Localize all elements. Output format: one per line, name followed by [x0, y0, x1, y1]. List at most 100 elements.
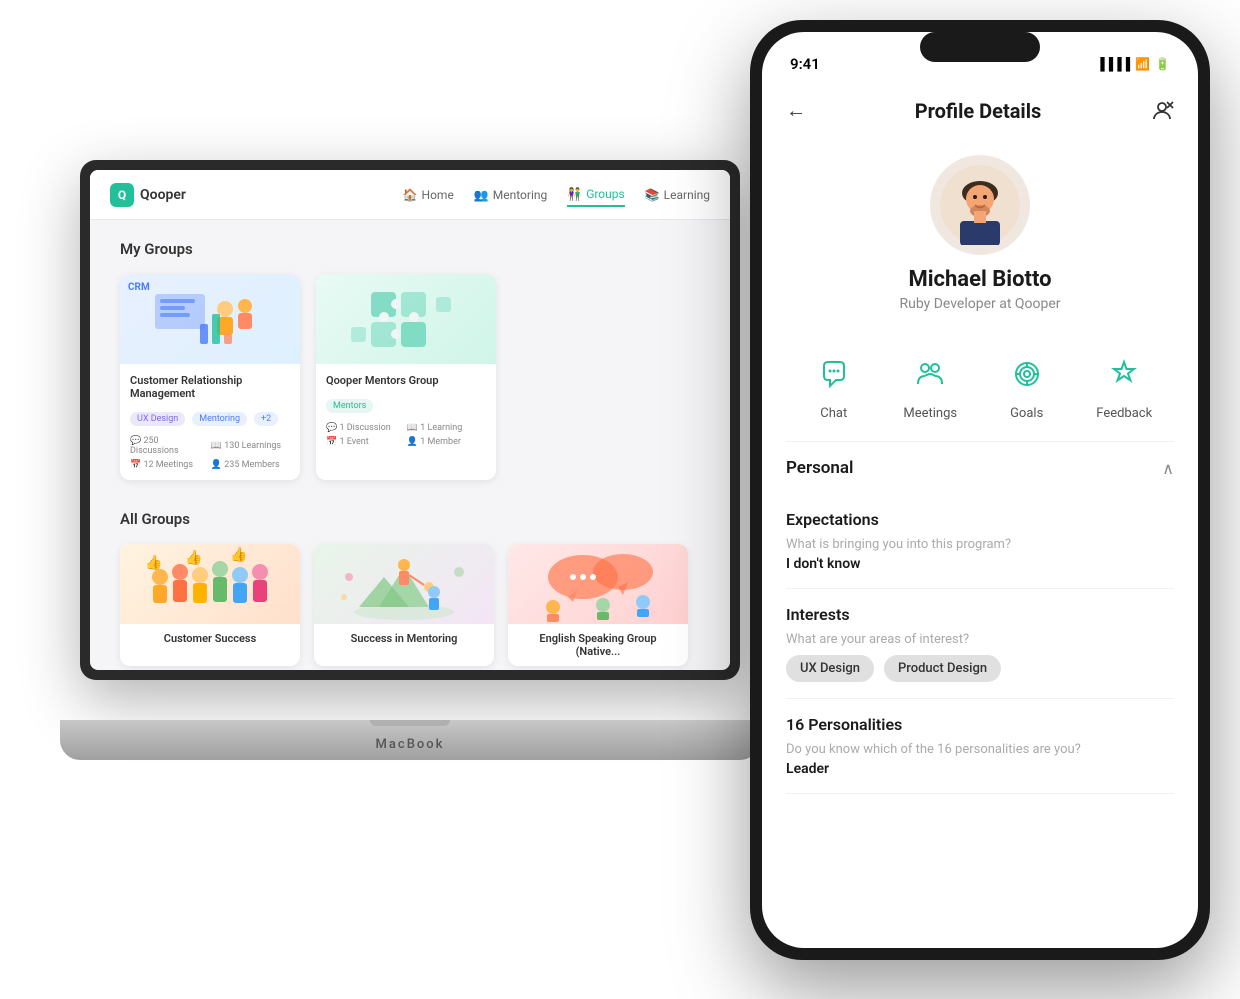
app-content: My Groups CRM: [90, 220, 730, 670]
mentors-card-info: Qooper Mentors Group Mentors 💬 1 Discuss…: [316, 364, 496, 457]
phone-screen: 9:41 ▐▐▐▐ 📶 🔋 ← Profile Details: [762, 32, 1198, 948]
action-chat[interactable]: Chat: [808, 348, 860, 421]
group-card-english[interactable]: English Speaking Group (Native...: [508, 544, 688, 666]
action-feedback[interactable]: Feedback: [1096, 348, 1152, 421]
english-img: [508, 544, 688, 624]
personalities-answer: Leader: [786, 761, 1174, 777]
profile-header: ← Profile Details: [786, 82, 1174, 139]
nav-home[interactable]: 🏠 Home: [403, 184, 454, 206]
interests-tags: UX Design Product Design: [786, 651, 1174, 682]
signal-bars-icon: ▐▐▐▐: [1096, 57, 1130, 71]
crm-tags: UX Design Mentoring +2: [130, 406, 290, 430]
personalities-title: 16 Personalities: [786, 715, 1174, 734]
personal-section: Personal ∧ Expectations What is bringing…: [786, 458, 1174, 794]
interests-question: What are your areas of interest?: [786, 632, 1174, 647]
stat-m-members: 👤 1 Member: [407, 437, 484, 447]
group-card-mentors[interactable]: Qooper Mentors Group Mentors 💬 1 Discuss…: [316, 274, 496, 480]
mentors-card-image: [316, 274, 496, 364]
stat-m-events: 📅 1 Event: [326, 437, 403, 447]
personalities-block: 16 Personalities Do you know which of th…: [786, 699, 1174, 794]
profile-role: Ruby Developer at Qooper: [899, 296, 1060, 312]
laptop-brand-label: MacBook: [376, 737, 445, 752]
mentor-illustration: [316, 274, 496, 364]
wifi-icon: 📶: [1135, 57, 1150, 71]
laptop-screen-outer: Q Qooper 🏠 Home 👥 Mentoring 👫 G: [80, 160, 740, 680]
phone: 9:41 ▐▐▐▐ 📶 🔋 ← Profile Details: [750, 20, 1210, 960]
expectations-question: What is bringing you into this program?: [786, 537, 1174, 552]
meetings-label: Meetings: [903, 406, 957, 421]
goals-icon-circle: [1001, 348, 1053, 400]
svg-text:👍: 👍: [145, 554, 162, 571]
personal-header: Personal ∧: [786, 458, 1174, 478]
app-logo: Q Qooper: [110, 183, 186, 207]
crm-illustration: CRM: [120, 274, 300, 364]
phone-notch: [920, 32, 1040, 62]
app-header: Q Qooper 🏠 Home 👥 Mentoring 👫 G: [90, 170, 730, 220]
group-card-crm[interactable]: CRM: [120, 274, 300, 480]
stat-learnings: 📖 130 Learnings: [211, 436, 288, 456]
mentoring-icon: 👥: [474, 188, 489, 202]
crm-label: CRM: [128, 282, 150, 293]
laptop-base: MacBook: [60, 720, 760, 760]
profile-name: Michael Biotto: [908, 267, 1051, 292]
crm-card-info: Customer Relationship Management UX Desi…: [120, 364, 300, 480]
stat-meetings: 📅 12 Meetings: [130, 460, 207, 470]
tag-ux-design: UX Design: [130, 412, 185, 426]
interests-title: Interests: [786, 605, 1174, 624]
nav-mentoring[interactable]: 👥 Mentoring: [474, 184, 547, 206]
my-groups-title: My Groups: [120, 240, 700, 258]
groups-icon: 👫: [567, 187, 582, 201]
laptop-screen-inner: Q Qooper 🏠 Home 👥 Mentoring 👫 G: [90, 170, 730, 670]
stat-discussions: 💬 250 Discussions: [130, 436, 207, 456]
my-groups-grid: CRM: [120, 274, 700, 480]
nav-groups[interactable]: 👫 Groups: [567, 183, 624, 207]
collapse-button[interactable]: ∧: [1162, 459, 1174, 478]
stat-members: 👤 235 Members: [211, 460, 288, 470]
nav-groups-label: Groups: [586, 187, 625, 201]
feedback-label: Feedback: [1096, 406, 1152, 421]
app-nav: 🏠 Home 👥 Mentoring 👫 Groups 📚 Learning: [403, 183, 710, 207]
mentors-card-title: Qooper Mentors Group: [326, 374, 486, 387]
feedback-icon-circle: [1098, 348, 1150, 400]
expectations-block: Expectations What is bringing you into t…: [786, 494, 1174, 589]
stat-m-learnings: 📖 1 Learning: [407, 423, 484, 433]
nav-learning[interactable]: 📚 Learning: [645, 184, 710, 206]
personalities-question: Do you know which of the 16 personalitie…: [786, 742, 1174, 757]
laptop: Q Qooper 🏠 Home 👥 Mentoring 👫 G: [60, 160, 760, 760]
action-icons: Chat Mee: [786, 332, 1174, 442]
all-groups-title: All Groups: [120, 510, 700, 528]
personal-title: Personal: [786, 458, 853, 478]
tag-more: +2: [254, 412, 278, 426]
tag-mentoring: Mentoring: [192, 412, 247, 426]
sim-illustration: [314, 544, 494, 624]
profile-header-title: Profile Details: [915, 99, 1042, 123]
phone-outer: 9:41 ▐▐▐▐ 📶 🔋 ← Profile Details: [750, 20, 1210, 960]
mentors-stats: 💬 1 Discussion 📖 1 Learning 📅 1 Event 👤 …: [326, 423, 486, 447]
expectations-title: Expectations: [786, 510, 1174, 529]
cs-title: Customer Success: [120, 624, 300, 653]
back-button[interactable]: ←: [786, 98, 806, 123]
profile-action-button[interactable]: [1150, 99, 1174, 123]
expectations-answer: I don't know: [786, 556, 1174, 572]
sim-title: Success in Mentoring: [314, 624, 494, 653]
home-icon: 🏠: [403, 188, 418, 202]
tag-mentors: Mentors: [326, 399, 373, 413]
nav-learning-label: Learning: [664, 188, 710, 202]
english-title: English Speaking Group (Native...: [508, 624, 688, 666]
chat-icon-circle: [808, 348, 860, 400]
chat-label: Chat: [820, 406, 847, 421]
battery-icon: 🔋: [1155, 57, 1170, 71]
cs-illustration: 👍 👍 👍: [120, 544, 300, 624]
nav-home-label: Home: [422, 188, 454, 202]
svg-text:👍: 👍: [185, 549, 202, 566]
group-card-customer-success[interactable]: 👍 👍 👍 Customer Success: [120, 544, 300, 666]
action-goals[interactable]: Goals: [1001, 348, 1053, 421]
app-name: Qooper: [140, 187, 186, 203]
success-mentoring-img: [314, 544, 494, 624]
group-card-success-mentoring[interactable]: Success in Mentoring: [314, 544, 494, 666]
nav-mentoring-label: Mentoring: [493, 188, 547, 202]
logo-icon: Q: [110, 183, 134, 207]
goals-label: Goals: [1010, 406, 1043, 421]
crm-stats: 💬 250 Discussions 📖 130 Learnings 📅 12 M…: [130, 436, 290, 470]
action-meetings[interactable]: Meetings: [903, 348, 957, 421]
